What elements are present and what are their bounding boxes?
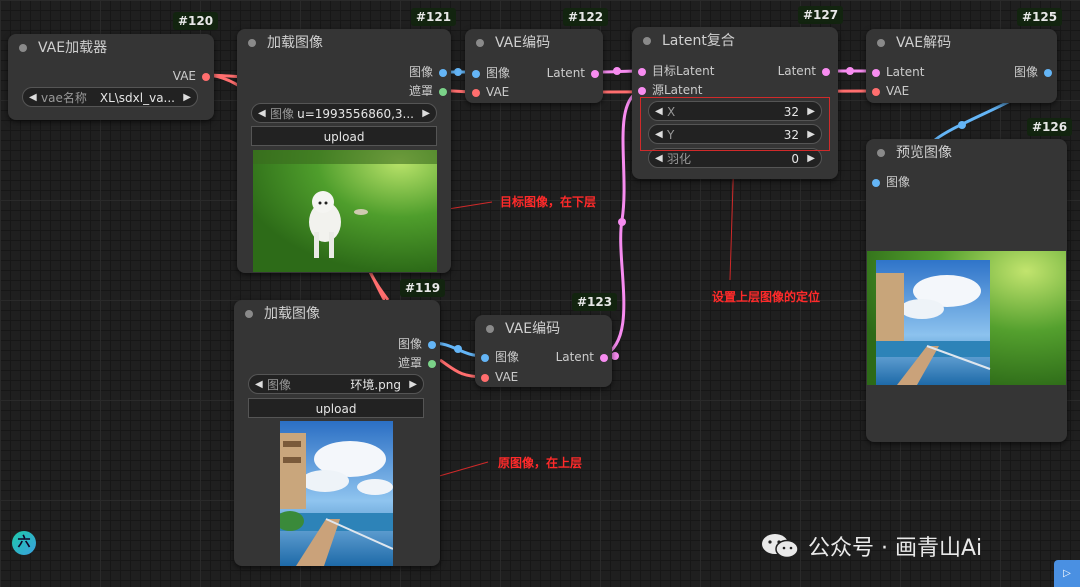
latent-socket-icon[interactable] [600,353,608,362]
hexagram-badge-icon[interactable]: 六 [12,531,36,555]
mask-socket-icon[interactable] [428,359,436,368]
annotation-position: 设置上层图像的定位 [712,290,821,304]
node-preview-image[interactable]: 预览图像 图像 [866,139,1067,442]
arrow-left-icon[interactable]: ◀ [655,149,663,169]
arrow-left-icon[interactable]: ◀ [255,375,263,395]
node-119-id: #119 [400,279,446,297]
node-load-image-121[interactable]: 加载图像 图像 遮罩 ◀ 图像 u=1993556860,3... ▶ uplo… [237,29,451,273]
panel-toggle-button[interactable]: ▷ [1054,560,1080,587]
arrow-right-icon[interactable]: ▶ [807,149,815,169]
upload-button-121[interactable]: upload [251,126,437,146]
node-119-title[interactable]: 加载图像 [234,300,440,328]
vae-socket-icon[interactable] [481,373,489,382]
node-122-in-image[interactable]: 图像 [472,65,510,81]
dog-image-thumbnail [253,150,437,272]
latent-socket-icon[interactable] [638,86,646,95]
node-127-id: #127 [798,6,844,24]
node-122-title[interactable]: VAE编码 [465,29,603,57]
node-126-in-image[interactable]: 图像 [872,174,910,190]
arrow-right-icon[interactable]: ▶ [183,88,191,108]
node-121-out-image[interactable]: 图像 [409,64,447,80]
node-122-id: #122 [563,8,609,26]
node-126-title[interactable]: 预览图像 [866,139,1067,167]
node-vae-loader[interactable]: VAE加载器 VAE ◀ vae名称 XL\sdxl_va... ▶ [8,34,214,120]
latent-socket-icon[interactable] [822,67,830,76]
node-120-title[interactable]: VAE加载器 [8,34,214,62]
node-127-title[interactable]: Latent复合 [632,27,838,55]
node-122-out-latent[interactable]: Latent [547,65,599,81]
upload-button-119[interactable]: upload [248,398,424,418]
mask-socket-icon[interactable] [439,87,447,96]
node-121-out-mask[interactable]: 遮罩 [409,83,447,99]
vae-socket-icon[interactable] [202,72,210,81]
node-123-out-latent[interactable]: Latent [556,349,608,365]
arrow-right-icon[interactable]: ▶ [422,104,430,124]
node-120-out-vae[interactable]: VAE [173,68,210,84]
feather-number-widget[interactable]: ◀ 羽化 0 ▶ [648,148,822,168]
image-socket-icon[interactable] [1044,68,1052,77]
vae-name-select[interactable]: ◀ vae名称 XL\sdxl_va... ▶ [22,87,198,107]
node-125-in-vae[interactable]: VAE [872,83,909,99]
wechat-icon [762,534,799,559]
vae-socket-icon[interactable] [472,88,480,97]
node-127-in-target[interactable]: 目标Latent [638,63,714,79]
node-load-image-119[interactable]: 加载图像 图像 遮罩 ◀ 图像 环境.png ▶ upload [234,300,440,566]
node-125-out-image[interactable]: 图像 [1014,64,1052,80]
image-socket-icon[interactable] [872,178,880,187]
node-125-in-latent[interactable]: Latent [872,64,924,80]
image-socket-icon[interactable] [472,69,480,78]
vae-socket-icon[interactable] [872,87,880,96]
latent-socket-icon[interactable] [872,68,880,77]
node-127-in-source[interactable]: 源Latent [638,82,702,98]
image-socket-icon[interactable] [439,68,447,77]
node-125-id: #125 [1017,8,1063,26]
node-vae-decode[interactable]: VAE解码 Latent VAE 图像 [866,29,1057,103]
latent-socket-icon[interactable] [638,67,646,76]
node-120-id: #120 [173,12,219,30]
arrow-left-icon[interactable]: ◀ [29,88,37,108]
node-123-in-image[interactable]: 图像 [481,349,519,365]
image-select-119[interactable]: ◀ 图像 环境.png ▶ [248,374,424,394]
node-122-in-vae[interactable]: VAE [472,84,509,100]
image-select-121[interactable]: ◀ 图像 u=1993556860,3... ▶ [251,103,437,123]
annotation-target-image: 目标图像，在下层 [500,195,597,209]
node-126-id: #126 [1027,118,1073,136]
latent-socket-icon[interactable] [591,69,599,78]
node-123-title[interactable]: VAE编码 [475,315,612,343]
image-socket-icon[interactable] [481,353,489,362]
node-123-id: #123 [572,293,618,311]
node-121-id: #121 [411,8,457,26]
environment-image-thumbnail [280,421,393,566]
node-125-title[interactable]: VAE解码 [866,29,1057,57]
node-119-out-mask[interactable]: 遮罩 [398,355,436,371]
position-highlight-box [640,97,830,151]
node-123-in-vae[interactable]: VAE [481,369,518,385]
preview-composite-image [867,251,1066,385]
node-127-out-latent[interactable]: Latent [778,63,830,79]
node-119-out-image[interactable]: 图像 [398,336,436,352]
watermark: 公众号 · 画青山Ai [760,530,982,562]
node-121-title[interactable]: 加载图像 [237,29,451,57]
arrow-left-icon[interactable]: ◀ [258,104,266,124]
node-vae-encode-123[interactable]: VAE编码 图像 VAE Latent [475,315,612,387]
image-socket-icon[interactable] [428,340,436,349]
annotation-source-image: 原图像，在上层 [498,456,583,470]
wire-vae-down [368,271,390,301]
arrow-right-icon[interactable]: ▶ [409,375,417,395]
node-vae-encode-122[interactable]: VAE编码 图像 VAE Latent [465,29,603,103]
